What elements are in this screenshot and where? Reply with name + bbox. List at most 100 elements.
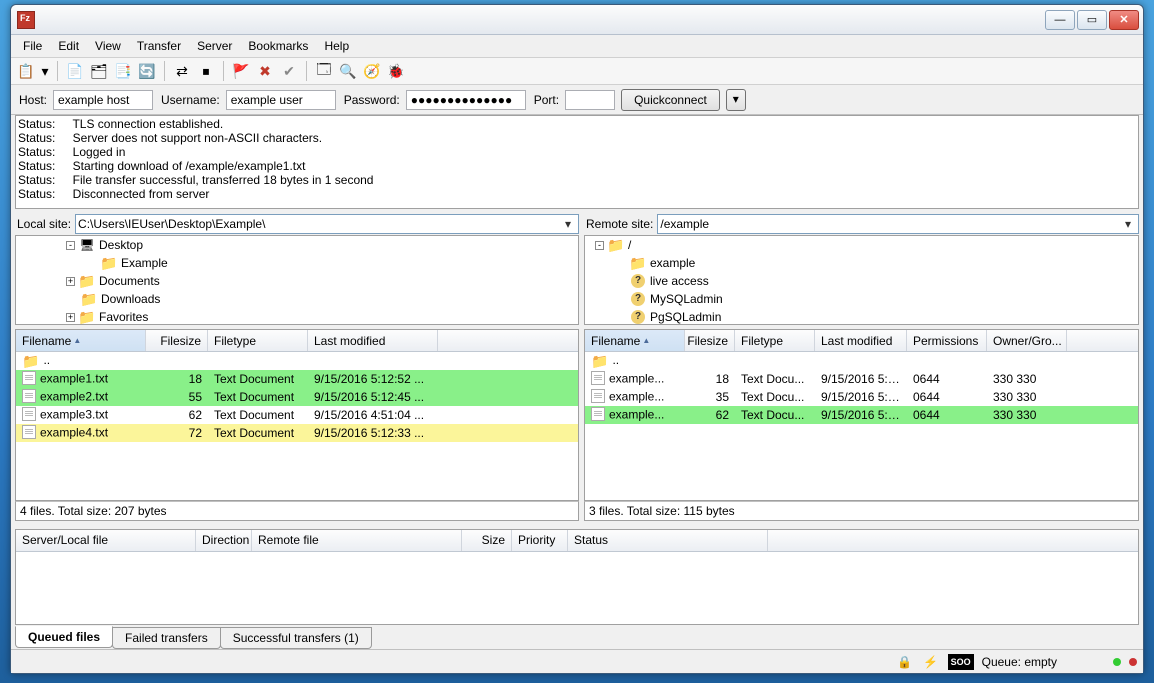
site-manager-dropdown[interactable]: ▾ xyxy=(39,60,51,82)
message-log[interactable]: Status: TLS connection established.Statu… xyxy=(15,115,1139,209)
cell xyxy=(815,360,907,362)
statusbar: 🔒 ⚡ SOO Queue: empty xyxy=(11,649,1143,673)
local-path-combo[interactable]: C:\Users\IEUser\Desktop\Example\ ▾ xyxy=(75,214,579,234)
list-item[interactable]: example2.txt55Text Document9/15/2016 5:1… xyxy=(16,388,578,406)
quickconnect-button[interactable]: Quickconnect xyxy=(621,89,720,111)
tree-node[interactable]: -📁/ xyxy=(585,236,1138,254)
local-file-list[interactable]: Filename ▲FilesizeFiletypeLast modified📁… xyxy=(15,329,579,501)
list-item[interactable]: example...35Text Docu...9/15/2016 5:05:.… xyxy=(585,388,1138,406)
local-tree[interactable]: -🖥Desktop📁Example+📁Documents📁Downloads+📁… xyxy=(15,235,579,325)
transfer-queue: Server/Local fileDirectionRemote fileSiz… xyxy=(15,529,1139,625)
close-button[interactable]: ✕ xyxy=(1109,10,1139,30)
menubar: FileEditViewTransferServerBookmarksHelp xyxy=(11,35,1143,57)
tree-node[interactable]: ?live access xyxy=(585,272,1138,290)
column-header[interactable]: Owner/Gro... xyxy=(987,330,1067,351)
tree-node[interactable]: ?MySQLadmin xyxy=(585,290,1138,308)
tree-node[interactable]: ?PgSQLadmin xyxy=(585,308,1138,325)
search-button[interactable]: 🔍 xyxy=(337,60,359,82)
remote-path-combo[interactable]: /example ▾ xyxy=(657,214,1139,234)
column-header[interactable]: Filesize xyxy=(146,330,208,351)
host-input[interactable] xyxy=(53,90,153,110)
file-icon xyxy=(591,371,605,388)
queue-tab[interactable]: Failed transfers xyxy=(112,627,221,649)
tree-node[interactable]: 📁example xyxy=(585,254,1138,272)
menu-server[interactable]: Server xyxy=(189,37,240,55)
bugs-button[interactable]: 🐞 xyxy=(385,60,407,82)
mode-indicator[interactable]: SOO xyxy=(948,654,974,670)
quickconnect-dropdown[interactable]: ▾ xyxy=(726,89,746,111)
list-item[interactable]: example1.txt18Text Document9/15/2016 5:1… xyxy=(16,370,578,388)
list-item[interactable]: example...62Text Docu...9/15/2016 5:05:.… xyxy=(585,406,1138,424)
process-queue-button[interactable]: ⇄ xyxy=(171,60,193,82)
list-item[interactable]: 📁.. xyxy=(16,352,578,370)
column-header[interactable]: Filetype xyxy=(208,330,308,351)
column-header[interactable]: Remote file xyxy=(252,530,462,551)
expand-toggle[interactable]: - xyxy=(595,241,604,250)
column-header[interactable]: Filetype xyxy=(735,330,815,351)
list-item[interactable]: example3.txt62Text Document9/15/2016 4:5… xyxy=(16,406,578,424)
password-input[interactable] xyxy=(406,90,526,110)
menu-edit[interactable]: Edit xyxy=(50,37,87,55)
menu-view[interactable]: View xyxy=(87,37,129,55)
file-icon xyxy=(591,389,605,406)
remote-file-list[interactable]: Filename ▲FilesizeFiletypeLast modifiedP… xyxy=(584,329,1139,501)
list-item[interactable]: example4.txt72Text Document9/15/2016 5:1… xyxy=(16,424,578,442)
toggle-tree-button[interactable]: 🗂 xyxy=(88,60,110,82)
remote-tree[interactable]: -📁/📁example?live access?MySQLadmin?PgSQL… xyxy=(584,235,1139,325)
column-header[interactable]: Last modified xyxy=(815,330,907,351)
cancel-button[interactable]: ⏹ xyxy=(195,60,217,82)
column-header[interactable]: Filename ▲ xyxy=(16,330,146,351)
username-input[interactable] xyxy=(226,90,336,110)
toggle-log-button[interactable]: 📄 xyxy=(64,60,86,82)
list-header[interactable]: Filename ▲FilesizeFiletypeLast modifiedP… xyxy=(585,330,1138,352)
expand-toggle[interactable]: + xyxy=(66,277,75,286)
queue-tab[interactable]: Successful transfers (1) xyxy=(220,627,372,649)
tree-node[interactable]: 📁Example xyxy=(16,254,578,272)
tree-node[interactable]: +📁Favorites xyxy=(16,308,578,325)
site-manager-button[interactable]: 📋 xyxy=(15,60,37,82)
column-header[interactable]: Size xyxy=(462,530,512,551)
column-header[interactable]: Direction xyxy=(196,530,252,551)
local-path-value: C:\Users\IEUser\Desktop\Example\ xyxy=(78,217,560,231)
menu-transfer[interactable]: Transfer xyxy=(129,37,189,55)
tree-node[interactable]: -🖥Desktop xyxy=(16,236,578,254)
menu-bookmarks[interactable]: Bookmarks xyxy=(240,37,316,55)
column-header[interactable]: Permissions xyxy=(907,330,987,351)
expand-toggle[interactable]: + xyxy=(66,313,75,322)
column-header[interactable]: Filesize xyxy=(685,330,735,351)
quickconnect-icon[interactable]: ⚡ xyxy=(922,654,940,670)
tree-node[interactable]: +📁Documents xyxy=(16,272,578,290)
tree-label: Downloads xyxy=(101,292,160,306)
cell: 62 xyxy=(685,407,735,423)
filter-button[interactable]: 🧭 xyxy=(361,60,383,82)
check-button[interactable]: ✔ xyxy=(278,60,300,82)
cell: 62 xyxy=(146,407,208,423)
column-header[interactable]: Last modified xyxy=(308,330,438,351)
queue-body[interactable] xyxy=(16,552,1138,624)
port-input[interactable] xyxy=(565,90,615,110)
lock-icon[interactable]: 🔒 xyxy=(896,654,914,670)
list-item[interactable]: example...18Text Docu...9/15/2016 5:05:.… xyxy=(585,370,1138,388)
remote-pane: Remote site: /example ▾ -📁/📁example?live… xyxy=(584,213,1139,521)
list-item[interactable]: 📁.. xyxy=(585,352,1138,370)
tree-node[interactable]: 📁Downloads xyxy=(16,290,578,308)
queue-tab[interactable]: Queued files xyxy=(15,626,113,648)
splitter-queue[interactable] xyxy=(11,521,1143,525)
maximize-button[interactable]: ▭ xyxy=(1077,10,1107,30)
column-header[interactable]: Server/Local file xyxy=(16,530,196,551)
reconnect-button[interactable]: 🚩 xyxy=(230,60,252,82)
titlebar[interactable]: — ▭ ✕ xyxy=(11,5,1143,35)
menu-help[interactable]: Help xyxy=(316,37,357,55)
column-header[interactable]: Priority xyxy=(512,530,568,551)
column-header[interactable]: Filename ▲ xyxy=(585,330,685,351)
queue-header[interactable]: Server/Local fileDirectionRemote fileSiz… xyxy=(16,530,1138,552)
refresh-button[interactable]: 🔄 xyxy=(136,60,158,82)
minimize-button[interactable]: — xyxy=(1045,10,1075,30)
expand-toggle[interactable]: - xyxy=(66,241,75,250)
menu-file[interactable]: File xyxy=(15,37,50,55)
compare-button[interactable]: 🗔 xyxy=(313,60,335,82)
toggle-queue-button[interactable]: 📑 xyxy=(112,60,134,82)
column-header[interactable]: Status xyxy=(568,530,768,551)
disconnect-button[interactable]: ✖ xyxy=(254,60,276,82)
list-header[interactable]: Filename ▲FilesizeFiletypeLast modified xyxy=(16,330,578,352)
